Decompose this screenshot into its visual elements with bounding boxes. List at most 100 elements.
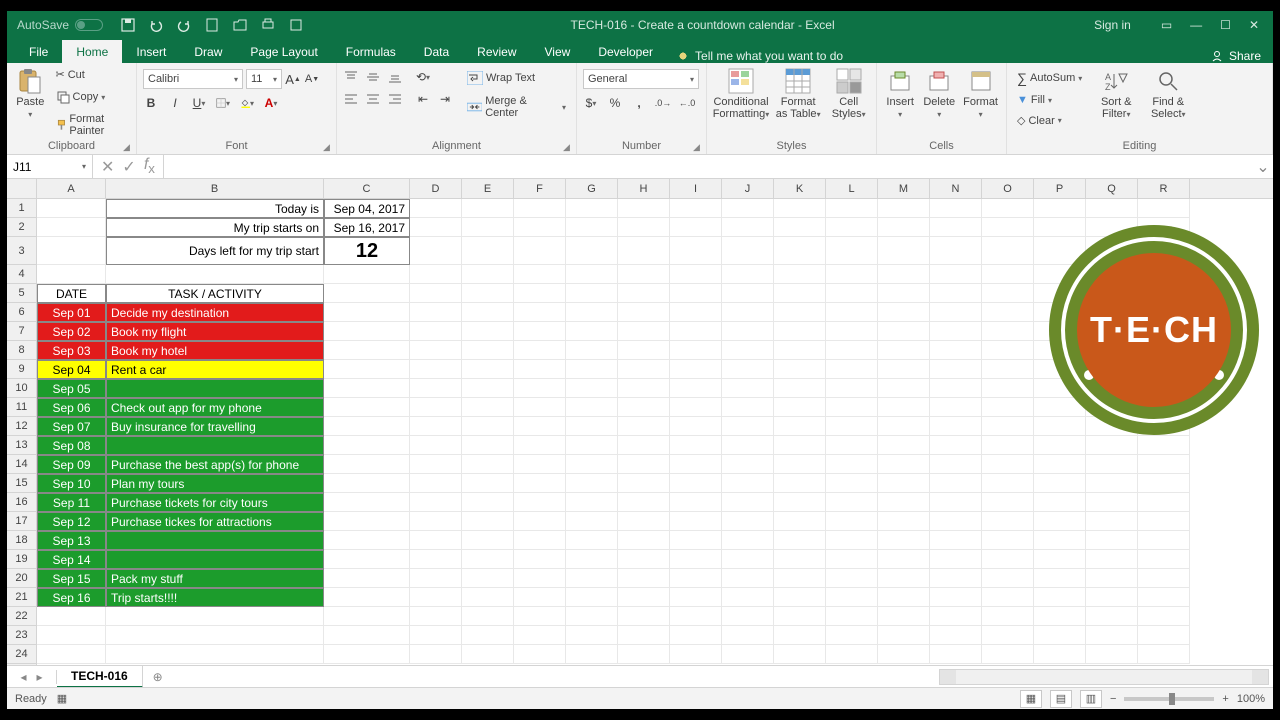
normal-view-icon[interactable]: ▦ [1020,690,1042,708]
cell[interactable] [670,379,722,398]
cell[interactable]: Sep 02 [37,322,106,341]
cell[interactable] [462,398,514,417]
cell[interactable] [982,512,1034,531]
cell[interactable] [982,360,1034,379]
cell[interactable] [670,474,722,493]
cell[interactable] [514,398,566,417]
cell[interactable] [982,379,1034,398]
cell[interactable] [514,588,566,607]
cell[interactable] [930,455,982,474]
cell[interactable] [930,512,982,531]
cell[interactable] [324,569,410,588]
cell[interactable] [722,607,774,626]
close-icon[interactable]: ✕ [1249,18,1259,32]
cell[interactable] [462,237,514,265]
cell[interactable] [566,379,618,398]
row-header[interactable]: 5 [7,284,36,303]
row-header[interactable]: 17 [7,512,36,531]
cell[interactable] [982,493,1034,512]
row-header[interactable]: 16 [7,493,36,512]
row-header[interactable]: 15 [7,474,36,493]
increase-decimal-icon[interactable]: .0→ [655,95,671,111]
column-header[interactable]: F [514,179,566,198]
cell[interactable] [514,512,566,531]
cell[interactable] [826,493,878,512]
zoom-out-icon[interactable]: − [1110,693,1116,705]
increase-indent-icon[interactable]: ⇥ [437,91,453,107]
cell[interactable] [826,455,878,474]
cell[interactable] [1034,607,1086,626]
cell[interactable] [37,218,106,237]
cell[interactable]: Book my hotel [106,341,324,360]
cell[interactable] [774,607,826,626]
cell[interactable] [930,360,982,379]
cell[interactable] [826,265,878,284]
cell[interactable] [462,417,514,436]
cell[interactable] [324,474,410,493]
cells-area[interactable]: Today isSep 04, 2017My trip starts onSep… [37,199,1273,665]
column-header[interactable]: D [410,179,462,198]
ribbon-options-icon[interactable]: ▭ [1161,18,1172,32]
row-header[interactable]: 21 [7,588,36,607]
sign-in-link[interactable]: Sign in [1094,18,1131,32]
cell[interactable] [324,284,410,303]
cell[interactable]: Days left for my trip start [106,237,324,265]
cell[interactable] [826,237,878,265]
cell[interactable] [1138,436,1190,455]
cell[interactable] [722,360,774,379]
cell[interactable] [878,237,930,265]
border-icon[interactable]: ▾ [215,95,231,111]
column-header[interactable]: L [826,179,878,198]
cell[interactable] [618,607,670,626]
cell[interactable] [324,417,410,436]
zoom-slider[interactable] [1124,697,1214,701]
cell[interactable] [774,569,826,588]
cell[interactable] [722,455,774,474]
cell[interactable] [1034,493,1086,512]
cell[interactable] [722,569,774,588]
cell[interactable] [618,218,670,237]
column-header[interactable]: I [670,179,722,198]
cell[interactable] [618,265,670,284]
cell[interactable] [722,379,774,398]
autosum-button[interactable]: ∑AutoSum ▾ [1013,68,1086,88]
cell[interactable] [566,607,618,626]
cell[interactable] [930,474,982,493]
cell[interactable] [982,626,1034,645]
cell[interactable]: Sep 06 [37,398,106,417]
row-header[interactable]: 20 [7,569,36,588]
cell[interactable] [826,379,878,398]
delete-cells-button[interactable]: Delete▾ [921,66,957,122]
number-format-select[interactable]: General▾ [583,69,699,89]
column-header[interactable]: P [1034,179,1086,198]
minimize-icon[interactable]: — [1190,18,1202,32]
cell[interactable] [826,626,878,645]
format-painter-button[interactable]: Format Painter [52,111,130,139]
cell[interactable] [826,588,878,607]
cell[interactable] [826,341,878,360]
cell[interactable] [1034,512,1086,531]
tab-developer[interactable]: Developer [584,40,667,63]
tab-file[interactable]: File [15,40,62,63]
cell[interactable] [618,531,670,550]
cell[interactable] [930,550,982,569]
cell[interactable] [774,626,826,645]
cell[interactable] [106,550,324,569]
cell[interactable] [774,322,826,341]
cell[interactable] [826,303,878,322]
cell[interactable] [410,237,462,265]
cell[interactable] [1138,588,1190,607]
insert-cells-button[interactable]: Insert▾ [883,66,917,122]
fx-icon[interactable]: fx [144,156,155,176]
cell[interactable] [618,588,670,607]
cell[interactable] [566,436,618,455]
cell[interactable] [878,284,930,303]
select-all-corner[interactable] [7,179,37,199]
cell[interactable] [982,436,1034,455]
cell[interactable] [1086,199,1138,218]
cell[interactable] [930,341,982,360]
cell[interactable] [566,645,618,664]
cell[interactable]: Sep 01 [37,303,106,322]
cell[interactable]: Sep 16 [37,588,106,607]
font-launcher[interactable]: ◢ [323,142,333,152]
